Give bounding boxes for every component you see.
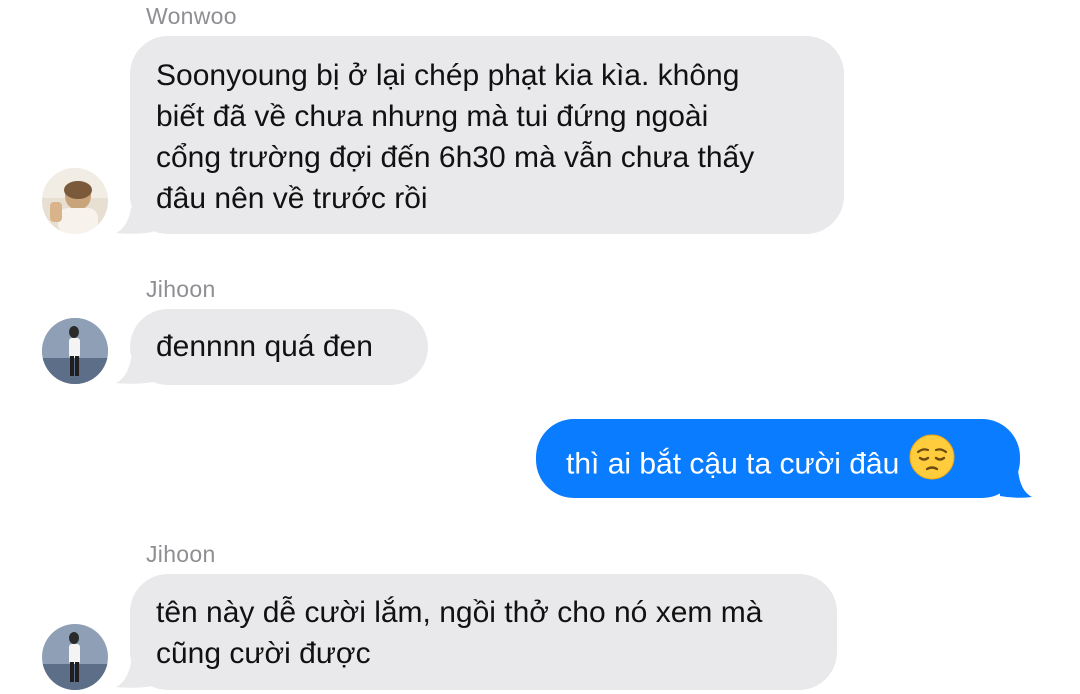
avatar-jihoon[interactable] xyxy=(42,624,108,690)
message-text-line: biết đã về chưa nhưng mà tui đứng ngoài xyxy=(156,100,709,133)
message-text-line: cổng trường đợi đến 6h30 mà vẫn chưa thấ… xyxy=(156,141,755,174)
sender-name: Jihoon xyxy=(146,541,216,567)
message-bubble-outgoing[interactable]: thì ai bắt cậu ta cười đâu xyxy=(536,419,1020,498)
message-text-line: tên này dễ cười lắm, ngồi thở cho nó xem… xyxy=(156,596,763,629)
pensive-face-emoji-icon xyxy=(909,434,955,491)
sender-name: Jihoon xyxy=(146,276,216,302)
message-text-line: thì ai bắt cậu ta cười đâu xyxy=(566,447,900,481)
message-bubble-incoming[interactable]: Soonyoung bị ở lại chép phạt kia kìa. kh… xyxy=(130,36,844,234)
message-text-line: Soonyoung bị ở lại chép phạt kia kìa. kh… xyxy=(156,59,740,92)
avatar-wonwoo[interactable] xyxy=(42,168,108,234)
message-text-line: đennnn quá đen xyxy=(156,330,373,363)
message-bubble-incoming[interactable]: đennnn quá đen xyxy=(130,309,428,385)
sender-name: Wonwoo xyxy=(146,3,237,29)
message-text-line: đâu nên về trước rồi xyxy=(156,182,428,215)
message-text-line: cũng cười được xyxy=(156,637,371,670)
message-bubble-incoming[interactable]: tên này dễ cười lắm, ngồi thở cho nó xem… xyxy=(130,574,837,690)
avatar-jihoon[interactable] xyxy=(42,318,108,384)
